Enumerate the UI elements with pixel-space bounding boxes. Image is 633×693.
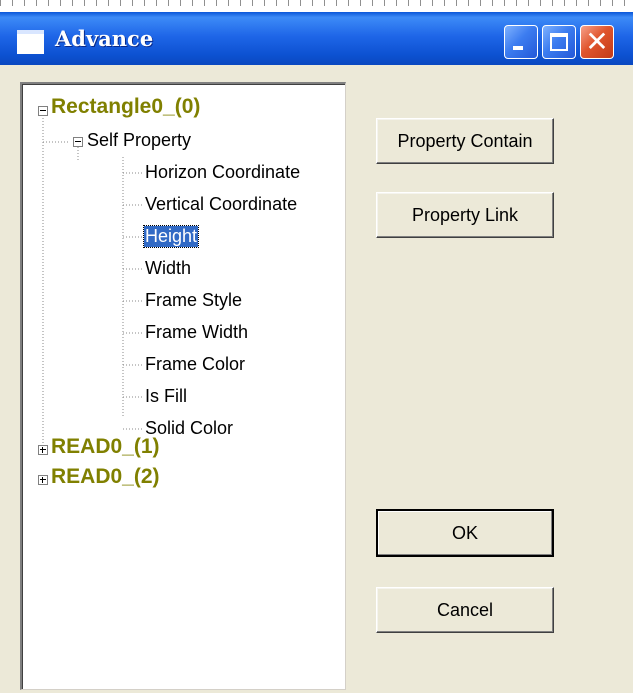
property-link-button[interactable]: Property Link (376, 192, 554, 238)
tree-leaf-is-fill[interactable]: Is Fill (145, 386, 187, 407)
tree-leaf-frame-width[interactable]: Frame Width (145, 322, 248, 343)
tree-leaf-frame-color[interactable]: Frame Color (145, 354, 245, 375)
collapse-icon[interactable] (73, 137, 83, 147)
property-tree[interactable]: Rectangle0_(0) Self Property Horizon Coo… (20, 82, 346, 690)
tree-leaf-width[interactable]: Width (145, 258, 191, 279)
tree-root-read0-2[interactable]: READ0_(2) (51, 465, 160, 489)
expand-icon[interactable] (38, 475, 48, 485)
cancel-button[interactable]: Cancel (376, 587, 554, 633)
tree-node-self-property[interactable]: Self Property (87, 130, 191, 151)
ok-button[interactable]: OK (376, 509, 554, 557)
tree-leaf-height[interactable]: Height (142, 225, 200, 248)
maximize-icon (550, 33, 568, 51)
close-button[interactable]: ✕ (580, 25, 614, 59)
close-icon: ✕ (585, 25, 609, 58)
tree-leaf-vertical-coordinate[interactable]: Vertical Coordinate (145, 194, 297, 215)
tree-root-rectangle0[interactable]: Rectangle0_(0) (51, 95, 200, 119)
title-bar[interactable]: Advance ✕ (0, 12, 633, 65)
screen-top-dotted-edge (0, 0, 633, 6)
advance-dialog: Advance ✕ Rectangle0_(0) Self Property H… (0, 12, 633, 693)
minimize-button[interactable] (504, 25, 538, 59)
expand-icon[interactable] (38, 445, 48, 455)
minimize-icon (513, 46, 523, 50)
collapse-icon[interactable] (38, 106, 48, 116)
window-title: Advance (55, 26, 154, 51)
tree-leaf-horizon-coordinate[interactable]: Horizon Coordinate (145, 162, 300, 183)
tree-root-read0-1[interactable]: READ0_(1) (51, 435, 160, 459)
tree-leaf-frame-style[interactable]: Frame Style (145, 290, 242, 311)
window-app-icon (17, 30, 44, 54)
property-contain-button[interactable]: Property Contain (376, 118, 554, 164)
maximize-button[interactable] (542, 25, 576, 59)
